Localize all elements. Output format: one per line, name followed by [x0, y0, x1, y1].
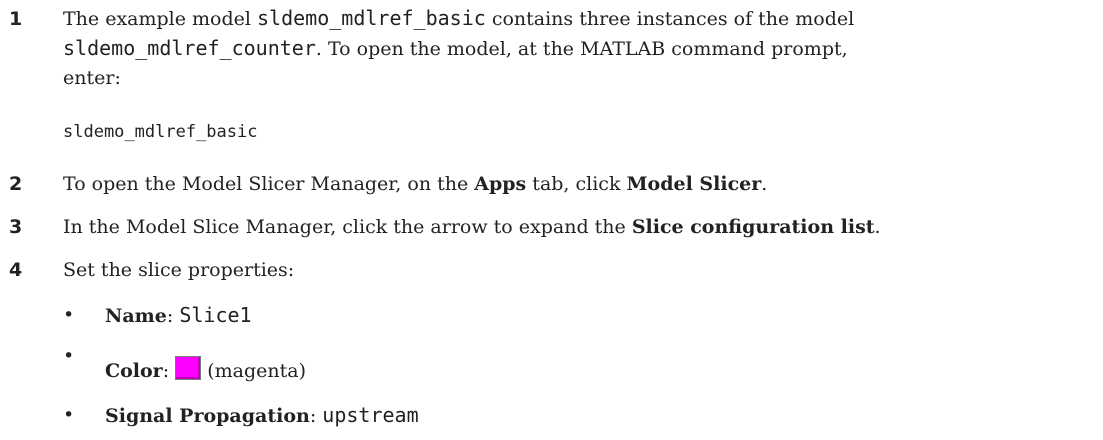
slice-name-value: Slice1: [179, 303, 252, 327]
signal-propagation-value: upstream: [322, 403, 419, 427]
magenta-color-swatch-icon: [175, 356, 202, 380]
step-number: 1: [9, 8, 23, 30]
step-text: In the Model Slice Manager, click the ar…: [63, 216, 881, 238]
step-text: To open the Model Slicer Manager, on the…: [63, 173, 768, 195]
step-text: Set the slice properties:: [63, 259, 295, 281]
model-name: sldemo_mdlref_basic: [257, 6, 486, 30]
step-number: 2: [9, 173, 23, 195]
counter-model-name: sldemo_mdlref_counter: [63, 36, 316, 60]
step-number: 3: [9, 216, 23, 238]
command-code: sldemo_mdlref_basic: [63, 122, 258, 142]
bullet-dot: •: [63, 304, 75, 326]
step-number: 4: [9, 259, 23, 281]
step-text: The example model sldemo_mdlref_basic co…: [63, 6, 855, 89]
document: 1 The example model sldemo_mdlref_basic …: [0, 0, 1103, 440]
bullet-dot: •: [63, 404, 75, 426]
bullet-dot: •: [63, 345, 75, 367]
